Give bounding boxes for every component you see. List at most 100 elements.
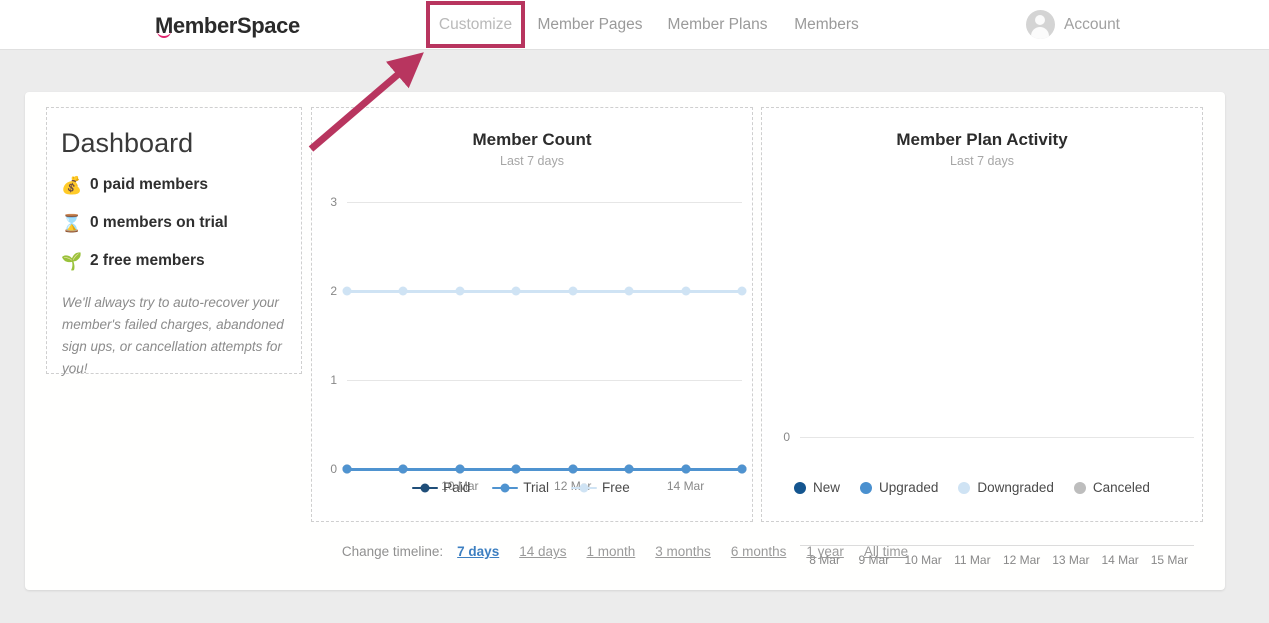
legend-marker-icon [1073, 481, 1086, 494]
data-point-free[interactable] [681, 286, 691, 296]
data-point-trial[interactable] [681, 464, 691, 474]
series-line-free [572, 289, 630, 293]
legend-item-canceled[interactable]: Canceled [1073, 480, 1150, 495]
series-line-free [347, 289, 404, 293]
stat-paid-members-label: 0 paid members [90, 176, 209, 193]
series-line-free [403, 289, 460, 293]
nav-item-member-pages[interactable]: Member Pages [537, 0, 643, 50]
series-line-free [516, 289, 573, 293]
dashboard-page-card: Dashboard 💰 0 paid members ⌛ 0 members o… [25, 92, 1225, 590]
timeline-option-14-days[interactable]: 14 days [519, 544, 566, 559]
member-count-plot-area: 012310 Mar12 Mar14 Mar [312, 108, 754, 523]
data-point-free[interactable] [398, 286, 408, 296]
data-point-free[interactable] [568, 286, 578, 296]
data-point-trial[interactable] [455, 464, 465, 474]
nav-item-members[interactable]: Members [791, 0, 862, 50]
series-line-free [685, 289, 742, 293]
timeline-option-1-month[interactable]: 1 month [587, 544, 636, 559]
legend-label: Downgraded [977, 480, 1054, 495]
series-line-trial [572, 467, 630, 471]
hourglass-icon: ⌛ [61, 213, 83, 233]
legend-item-trial[interactable]: Trial [492, 480, 549, 495]
data-point-trial[interactable] [568, 464, 578, 474]
legend-label: Trial [523, 480, 549, 495]
seedling-icon: 🌱 [61, 251, 83, 271]
data-point-free[interactable] [342, 286, 352, 296]
timeline-option-7-days[interactable]: 7 days [457, 544, 499, 559]
stat-paid-members: 💰 0 paid members [61, 176, 208, 194]
legend-label: New [813, 480, 841, 495]
stat-trial-members: ⌛ 0 members on trial [61, 214, 228, 232]
series-line-free [629, 289, 686, 293]
timeline-option-all-time[interactable]: All time [864, 544, 908, 559]
data-point-trial[interactable] [398, 464, 408, 474]
page-title: Dashboard [61, 128, 194, 158]
legend-marker-icon [860, 481, 873, 494]
member-count-chart-panel: Member Count Last 7 days 012310 Mar12 Ma… [311, 107, 753, 522]
member-plan-activity-chart-panel: Member Plan Activity Last 7 days 08 Mar 9… [761, 107, 1204, 567]
legend-item-paid[interactable]: Paid [412, 480, 470, 495]
nav-item-member-plans-label: Member Plans [667, 16, 768, 33]
y-axis-tick-label: 3 [330, 195, 337, 209]
series-line-trial [516, 467, 573, 471]
data-point-trial[interactable] [511, 464, 521, 474]
top-navigation-bar: MemberSpace Customize Member Pages Membe… [0, 0, 1269, 50]
timeline-option-3-months[interactable]: 3 months [655, 544, 711, 559]
y-axis-tick-label: 2 [330, 284, 337, 298]
legend-item-new[interactable]: New [794, 480, 840, 495]
gridline [347, 202, 742, 203]
timeline-option-1-year[interactable]: 1 year [806, 544, 844, 559]
data-point-trial[interactable] [737, 464, 747, 474]
series-line-trial [685, 467, 742, 471]
money-bag-icon: 💰 [61, 175, 83, 195]
account-menu[interactable]: Account [1025, 10, 1120, 39]
legend-label: Paid [443, 480, 471, 495]
data-point-trial[interactable] [624, 464, 634, 474]
y-axis-tick-label: 0 [783, 430, 790, 444]
legend-item-free[interactable]: Free [571, 480, 630, 495]
gridline [800, 437, 1194, 438]
nav-item-member-plans[interactable]: Member Plans [666, 0, 769, 50]
series-line-free [459, 289, 517, 293]
legend-marker-icon [492, 483, 519, 493]
dashboard-summary-panel: Dashboard 💰 0 paid members ⌛ 0 members o… [46, 107, 302, 376]
timeline-selector: Change timeline: 7 days 14 days 1 month 3 m… [25, 544, 1225, 559]
legend-item-upgraded[interactable]: Upgraded [860, 480, 938, 495]
legend-label: Free [602, 480, 630, 495]
member-count-legend: Paid Trial Free [312, 480, 752, 495]
gridline [347, 380, 742, 381]
nav-item-customize[interactable]: Customize [426, 1, 525, 48]
dashboard-note: We'll always try to auto-recover your me… [62, 295, 284, 376]
data-point-free[interactable] [455, 286, 465, 296]
legend-label: Upgraded [879, 480, 939, 495]
legend-marker-icon [794, 481, 807, 494]
legend-label: Canceled [1092, 480, 1150, 495]
legend-marker-icon [412, 483, 439, 493]
logo-m-mark: MemberSpace [155, 13, 300, 39]
plan-activity-plot-area: 08 Mar 9 Mar 10 Mar 11 Mar 12 Mar 13 Mar 14 Ma… [762, 108, 1204, 567]
nav-item-members-label: Members [794, 16, 859, 33]
legend-marker-icon [958, 481, 971, 494]
series-line-trial [403, 467, 460, 471]
timeline-option-6-months[interactable]: 6 months [731, 544, 787, 559]
timeline-options: 7 days 14 days 1 month 3 months 6 months 1 ye… [457, 544, 908, 559]
data-point-free[interactable] [511, 286, 521, 296]
account-label: Account [1063, 15, 1120, 33]
stat-free-members-label: 2 free members [90, 252, 205, 269]
series-line-trial [629, 467, 686, 471]
timeline-label: Change timeline: [341, 544, 444, 559]
memberspace-logo[interactable]: MemberSpace [155, 13, 300, 39]
plan-activity-legend: New Upgraded Downgraded Canceled [762, 480, 1202, 495]
data-point-trial[interactable] [342, 464, 352, 474]
legend-marker-icon [571, 483, 597, 493]
data-point-free[interactable] [737, 286, 747, 296]
data-point-free[interactable] [624, 286, 634, 296]
legend-item-downgraded[interactable]: Downgraded [958, 480, 1054, 495]
series-line-trial [347, 467, 404, 471]
avatar-icon [1025, 10, 1055, 39]
nav-item-customize-label: Customize [438, 15, 513, 33]
logo-text: MemberSpace [155, 13, 300, 38]
stat-free-members: 🌱 2 free members [61, 252, 205, 270]
y-axis-tick-label: 1 [330, 373, 337, 387]
series-line-trial [459, 467, 517, 471]
